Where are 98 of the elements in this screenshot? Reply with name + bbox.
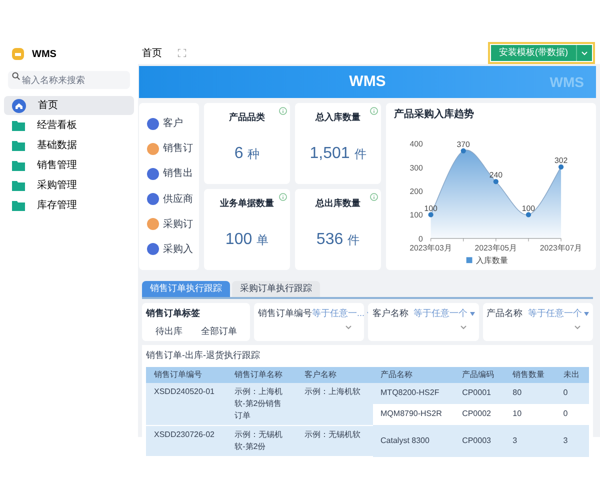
chevron-down-icon	[574, 324, 581, 330]
shortcut-link[interactable]: 采购订	[163, 216, 193, 232]
banner-title: WMS	[349, 72, 386, 92]
column-header: 产品名称	[372, 366, 454, 382]
y-tick-label: 300	[410, 163, 423, 172]
stat-title: 产品品类	[229, 111, 265, 124]
table-cell: CP0003	[454, 425, 505, 456]
column-header: 销售订单编号	[146, 366, 227, 382]
legend-swatch	[466, 257, 472, 264]
table-cell: MTQ8200-HS2F	[372, 382, 454, 404]
caret-icon	[584, 312, 589, 316]
app-name: WMS	[32, 48, 56, 62]
expand-icon[interactable]	[178, 49, 186, 57]
column-header: 销售订单名称	[226, 366, 297, 382]
stat-value: 6 种	[234, 144, 260, 164]
stat-title: 总入库数量	[316, 111, 360, 124]
data-point	[526, 212, 532, 218]
table-cell: 示例：上海机软	[296, 382, 373, 425]
column-header: 未出	[555, 366, 589, 382]
table-cell: 3	[504, 425, 556, 456]
table-cell: Catalyst 8300	[372, 425, 454, 456]
legend-label: 入库数量	[476, 256, 508, 266]
stat-value: 1,501 件	[310, 144, 366, 164]
info-icon	[279, 107, 287, 115]
stat-title: 总出库数量	[316, 197, 360, 210]
data-label: 100	[522, 204, 536, 213]
shortcut-link[interactable]: 采购入	[163, 242, 193, 257]
shortcut-link[interactable]: 供应商	[163, 192, 193, 207]
table-cell: 示例：无锡机软	[296, 425, 373, 456]
data-point	[428, 212, 434, 218]
sidebar-item[interactable]: 首页	[4, 96, 134, 115]
folder-icon	[12, 160, 25, 171]
folder-icon	[12, 180, 25, 191]
chevron-down-icon	[345, 324, 352, 330]
column-header: 产品编码	[454, 366, 505, 382]
table-cell: 0	[555, 403, 589, 425]
chevron-down-icon	[460, 324, 467, 330]
tag-filter-button[interactable]: 全部订单	[196, 324, 241, 338]
y-tick-label: 0	[418, 234, 423, 244]
x-tick-label: 2023年03月	[410, 243, 452, 252]
search-field[interactable]: 输入名称来搜索	[8, 71, 130, 89]
table-cell: 10	[504, 403, 556, 425]
data-point	[558, 164, 564, 170]
table-cell: 示例：无锡机软-第2份	[226, 425, 297, 456]
x-tick-label: 2023年07月	[540, 243, 582, 252]
column-header: 销售数量	[504, 366, 556, 382]
stat-value: 536 件	[316, 230, 360, 250]
tab[interactable]: 采购订单执行跟踪	[232, 281, 320, 297]
sidebar-item[interactable]: 销售管理	[4, 156, 134, 175]
sidebar-item[interactable]: 基础数据	[4, 136, 134, 155]
table-cell: 示例：上海机软-第2份销售订单	[226, 382, 297, 425]
folder-icon	[12, 140, 25, 151]
caret-icon	[470, 312, 475, 316]
stat-value: 100 单	[225, 230, 269, 250]
page-title: 首页	[142, 46, 162, 60]
table-cell: CP0001	[454, 382, 505, 404]
filter-label: 销售订单标签	[146, 307, 201, 320]
sidebar-item[interactable]: 库存管理	[4, 196, 134, 215]
data-point	[460, 148, 466, 154]
y-tick-label: 200	[410, 187, 423, 196]
data-label: 302	[554, 156, 568, 165]
logo-icon	[12, 48, 24, 60]
folder-icon	[12, 200, 25, 211]
home-icon	[12, 98, 26, 112]
search-icon	[12, 72, 20, 80]
shortcut-link[interactable]: 销售订	[163, 141, 193, 156]
info-icon	[370, 107, 378, 115]
table-title: 销售订单-出库-退货执行跟踪	[146, 349, 261, 362]
shortcut-link[interactable]: 客户	[163, 116, 183, 132]
table-cell: 3	[555, 425, 589, 456]
data-point	[493, 179, 498, 184]
stat-title: 业务单据数量	[220, 197, 274, 210]
info-icon	[279, 193, 287, 201]
banner-watermark-logo: WMS	[548, 72, 584, 92]
shortcut-link[interactable]: 销售出	[163, 166, 193, 182]
table-cell: 80	[504, 382, 556, 404]
chevron-down-icon	[581, 50, 588, 56]
column-header: 客户名称	[296, 366, 373, 382]
data-label: 370	[456, 140, 470, 149]
y-tick-label: 100	[410, 210, 423, 220]
filter-label: 产品名称	[486, 307, 523, 320]
info-icon	[370, 193, 378, 201]
x-tick-label: 2023年05月	[474, 243, 518, 252]
y-tick-label: 400	[410, 140, 423, 149]
table-cell: XSDD230726-02	[146, 425, 227, 456]
table-cell: XSDD240520-01	[146, 382, 227, 425]
folder-icon	[12, 120, 25, 131]
dropdown-button[interactable]	[576, 45, 592, 61]
table-cell: 0	[555, 382, 589, 404]
table-cell: CP0002	[454, 403, 505, 425]
chart-title: 产品采购入库趋势	[393, 107, 475, 122]
table-cell: MQM8790-HS2R	[372, 403, 454, 425]
filter-label: 销售订单编号	[258, 307, 312, 320]
sidebar-item[interactable]: 采购管理	[4, 176, 134, 195]
tag-filter-button[interactable]: 待出库	[151, 324, 186, 338]
data-label: 240	[489, 170, 502, 180]
filter-label: 客户名称	[372, 307, 408, 320]
sidebar-item[interactable]: 经营看板	[4, 116, 134, 135]
